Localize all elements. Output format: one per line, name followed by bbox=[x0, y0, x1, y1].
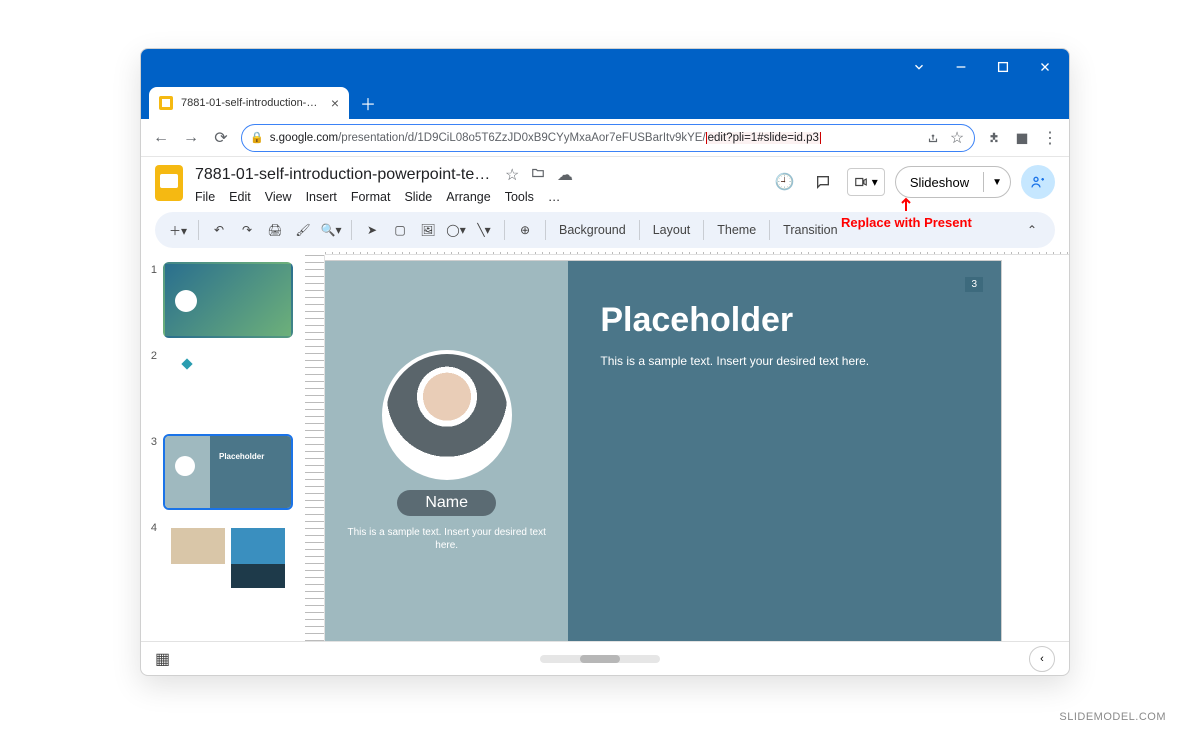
comments-icon[interactable] bbox=[809, 168, 837, 196]
redo-button[interactable]: ↷ bbox=[236, 223, 258, 237]
slide-body[interactable]: This is a sample text. Insert your desir… bbox=[600, 354, 969, 368]
cloud-status-icon[interactable]: ☁ bbox=[557, 165, 573, 185]
window-dropdown-icon[interactable] bbox=[911, 59, 927, 75]
comment-add-button[interactable]: ⊕ bbox=[514, 223, 536, 237]
extensions-icon[interactable] bbox=[985, 131, 1003, 145]
slide-content[interactable]: 3 Name This is a sample text. Insert you… bbox=[325, 261, 1001, 641]
menu-bar: File Edit View Insert Format Slide Arran… bbox=[195, 190, 759, 204]
star-icon[interactable]: ☆ bbox=[505, 165, 521, 185]
thumb-number: 1 bbox=[147, 262, 157, 338]
window-close-button[interactable] bbox=[1037, 59, 1053, 75]
window-maximize-button[interactable] bbox=[995, 59, 1011, 75]
horizontal-scrollbar[interactable] bbox=[540, 655, 660, 663]
slide-thumbnail-3[interactable]: Placeholder bbox=[163, 434, 293, 510]
browser-tabstrip: 7881-01-self-introduction-powe × ＋ bbox=[141, 85, 1069, 119]
toolbar-background[interactable]: Background bbox=[555, 223, 630, 237]
address-bar[interactable]: 🔒 s.google.com/presentation/d/1D9CiL08o5… bbox=[241, 124, 975, 152]
name-pill[interactable]: Name bbox=[397, 490, 496, 516]
toolbar-theme[interactable]: Theme bbox=[713, 223, 760, 237]
edit-toolbar: ＋▾ ↶ ↷ 🖨 🖌 🔍▾ ➤ ▢ 🖼 ◯▾ ╲▾ ⊕ Background L… bbox=[155, 212, 1055, 248]
present-meet-button[interactable]: ▾ bbox=[847, 168, 885, 196]
thumb-number: 3 bbox=[147, 434, 157, 510]
slides-logo-icon[interactable] bbox=[155, 165, 183, 201]
bookmark-star-icon[interactable]: ☆ bbox=[948, 128, 966, 148]
nav-back-button[interactable]: ← bbox=[151, 129, 171, 147]
grid-view-icon[interactable]: ▦ bbox=[155, 649, 170, 669]
menu-format[interactable]: Format bbox=[351, 190, 391, 204]
watermark: SLIDEMODEL.COM bbox=[1059, 711, 1166, 723]
avatar-placeholder[interactable] bbox=[382, 350, 512, 480]
slideshow-dropdown-icon[interactable]: ▼ bbox=[984, 177, 1010, 188]
browser-window: 7881-01-self-introduction-powe × ＋ ← → ⟳… bbox=[140, 48, 1070, 676]
slide-thumbnail-2[interactable] bbox=[163, 348, 293, 424]
thumb-number: 2 bbox=[147, 348, 157, 424]
nav-forward-button[interactable]: → bbox=[181, 129, 201, 147]
print-button[interactable]: 🖨 bbox=[264, 223, 286, 237]
status-bar: ▦ ‹ bbox=[141, 641, 1069, 675]
image-tool[interactable]: 🖼 bbox=[417, 223, 439, 237]
menu-view[interactable]: View bbox=[265, 190, 292, 204]
thumb-number: 4 bbox=[147, 520, 157, 596]
toolbar-collapse-icon[interactable]: ⌃ bbox=[1021, 223, 1043, 237]
lock-icon: 🔒 bbox=[250, 131, 264, 144]
tab-title: 7881-01-self-introduction-powe bbox=[181, 97, 323, 109]
menu-tools[interactable]: Tools bbox=[505, 190, 534, 204]
move-folder-icon[interactable] bbox=[531, 166, 547, 185]
menu-edit[interactable]: Edit bbox=[229, 190, 251, 204]
slide-title[interactable]: Placeholder bbox=[600, 301, 969, 340]
select-tool[interactable]: ➤ bbox=[361, 223, 383, 237]
slide-left-column: Name This is a sample text. Insert your … bbox=[325, 261, 568, 641]
url-text: s.google.com/presentation/d/1D9CiL08o5T6… bbox=[270, 132, 918, 144]
zoom-button[interactable]: 🔍▾ bbox=[320, 223, 342, 237]
line-tool[interactable]: ╲▾ bbox=[473, 223, 495, 237]
slide-thumbnail-1[interactable] bbox=[163, 262, 293, 338]
shape-tool[interactable]: ◯▾ bbox=[445, 223, 467, 237]
edit-area: 1 2 3 Placeholder 4 bbox=[141, 252, 1069, 641]
menu-insert[interactable]: Insert bbox=[306, 190, 337, 204]
tab-close-icon[interactable]: × bbox=[331, 95, 339, 111]
vertical-ruler bbox=[305, 255, 325, 641]
window-titlebar bbox=[141, 49, 1069, 85]
account-icon[interactable]: ◼ bbox=[1013, 128, 1031, 148]
share-url-icon[interactable] bbox=[924, 131, 942, 145]
menu-file[interactable]: File bbox=[195, 190, 215, 204]
slides-favicon bbox=[159, 96, 173, 110]
menu-slide[interactable]: Slide bbox=[404, 190, 432, 204]
slide-right-column: Placeholder This is a sample text. Inser… bbox=[568, 261, 1001, 641]
window-minimize-button[interactable] bbox=[953, 59, 969, 75]
browser-tab[interactable]: 7881-01-self-introduction-powe × bbox=[149, 87, 349, 119]
slide-thumbnail-4[interactable] bbox=[163, 520, 293, 596]
left-subtext[interactable]: This is a sample text. Insert your desir… bbox=[335, 526, 558, 552]
slide-canvas[interactable]: 3 Name This is a sample text. Insert you… bbox=[325, 255, 1069, 641]
slideshow-label: Slideshow bbox=[896, 175, 983, 190]
browser-menu-icon[interactable]: ⋮ bbox=[1041, 128, 1059, 148]
slideshow-button[interactable]: Slideshow ▼ bbox=[895, 166, 1011, 198]
share-button[interactable] bbox=[1021, 165, 1055, 199]
document-title[interactable]: 7881-01-self-introduction-powerpoint-tem… bbox=[195, 166, 495, 184]
history-icon[interactable]: 🕘 bbox=[771, 168, 799, 196]
menu-more[interactable]: … bbox=[548, 190, 561, 204]
slide-panel[interactable]: 1 2 3 Placeholder 4 bbox=[141, 252, 305, 641]
url-highlight: edit?pli=1#slide=id.p3 bbox=[706, 132, 821, 144]
menu-arrange[interactable]: Arrange bbox=[446, 190, 490, 204]
textbox-tool[interactable]: ▢ bbox=[389, 223, 411, 237]
browser-toolbar: ← → ⟳ 🔒 s.google.com/presentation/d/1D9C… bbox=[141, 119, 1069, 157]
toolbar-layout[interactable]: Layout bbox=[649, 223, 695, 237]
nav-reload-button[interactable]: ⟳ bbox=[211, 128, 231, 148]
undo-button[interactable]: ↶ bbox=[208, 223, 230, 237]
new-tab-button[interactable]: ＋ bbox=[355, 90, 381, 116]
header-actions: 🕘 ▾ Slideshow ▼ bbox=[771, 165, 1055, 199]
new-slide-button[interactable]: ＋▾ bbox=[167, 222, 189, 239]
doc-header: 7881-01-self-introduction-powerpoint-tem… bbox=[141, 157, 1069, 208]
paint-format-button[interactable]: 🖌 bbox=[292, 223, 314, 237]
toolbar-transition[interactable]: Transition bbox=[779, 223, 841, 237]
explore-button[interactable]: ‹ bbox=[1029, 646, 1055, 672]
